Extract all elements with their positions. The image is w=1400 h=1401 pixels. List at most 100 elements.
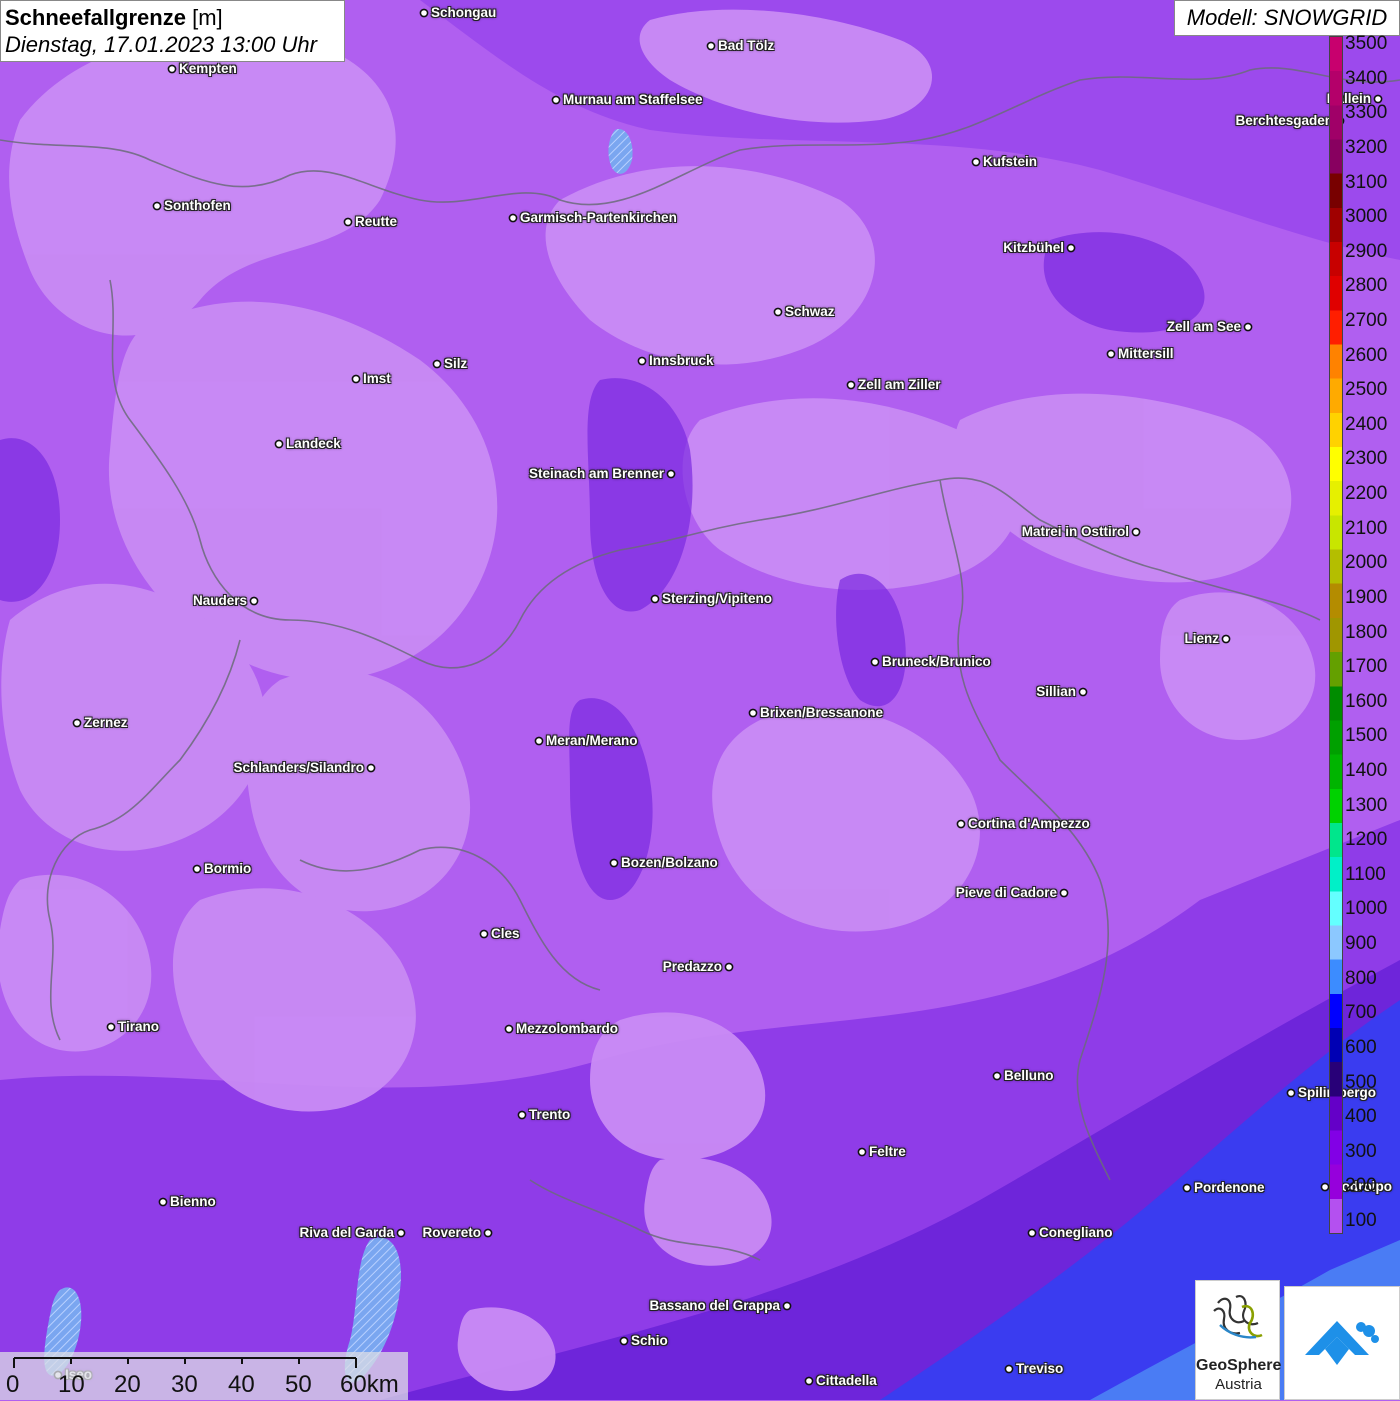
city-marker[interactable]: [343, 217, 353, 227]
city-marker[interactable]: [748, 708, 758, 718]
city-label[interactable]: Cittadella: [816, 1373, 877, 1389]
city-marker[interactable]: [1182, 1183, 1192, 1193]
city-marker[interactable]: [666, 469, 676, 479]
city-label[interactable]: Bad Tölz: [718, 38, 774, 54]
city-label[interactable]: Trento: [529, 1107, 570, 1123]
city-marker[interactable]: [479, 929, 489, 939]
city-marker[interactable]: [1106, 349, 1116, 359]
city-label[interactable]: Rovereto: [422, 1225, 481, 1241]
city-marker[interactable]: [158, 1197, 168, 1207]
city-label[interactable]: Cortina d'Ampezzo: [968, 816, 1090, 832]
city-marker[interactable]: [1066, 243, 1076, 253]
city-label[interactable]: Cles: [491, 926, 520, 942]
city-marker[interactable]: [366, 763, 376, 773]
city-marker[interactable]: [619, 1336, 629, 1346]
city-marker[interactable]: [517, 1110, 527, 1120]
city-marker[interactable]: [396, 1228, 406, 1238]
city-marker[interactable]: [1078, 687, 1088, 697]
city-label[interactable]: Nauders: [193, 593, 247, 609]
city-label[interactable]: Murnau am Staffelsee: [563, 92, 703, 108]
city-label[interactable]: Pieve di Cadore: [956, 885, 1057, 901]
city-label[interactable]: Zell am See: [1167, 319, 1241, 335]
city-marker[interactable]: [650, 594, 660, 604]
city-label[interactable]: Schongau: [431, 5, 496, 21]
city-marker[interactable]: [508, 213, 518, 223]
city-marker[interactable]: [773, 307, 783, 317]
city-marker[interactable]: [483, 1228, 493, 1238]
city-label[interactable]: Bozen/Bolzano: [621, 855, 718, 871]
city-label[interactable]: Bienno: [170, 1194, 216, 1210]
city-label[interactable]: Garmisch-Partenkirchen: [520, 210, 677, 226]
city-marker[interactable]: [1286, 1088, 1296, 1098]
city-label[interactable]: Imst: [363, 371, 391, 387]
city-marker[interactable]: [152, 201, 162, 211]
city-label[interactable]: Landeck: [286, 436, 341, 452]
city-label[interactable]: Riva del Garda: [299, 1225, 394, 1241]
city-marker[interactable]: [1131, 527, 1141, 537]
city-label[interactable]: Belluno: [1004, 1068, 1054, 1084]
city-marker[interactable]: [870, 657, 880, 667]
city-marker[interactable]: [1059, 888, 1069, 898]
city-marker[interactable]: [274, 439, 284, 449]
city-label[interactable]: Kempten: [179, 61, 237, 77]
city-label[interactable]: Kufstein: [983, 154, 1037, 170]
city-label[interactable]: Kitzbühel: [1003, 240, 1064, 256]
city-label[interactable]: Reutte: [355, 214, 397, 230]
city-label[interactable]: Lienz: [1184, 631, 1219, 647]
city-label[interactable]: Brixen/Bressanone: [760, 705, 883, 721]
city-marker[interactable]: [804, 1376, 814, 1386]
city-marker[interactable]: [167, 64, 177, 74]
city-label[interactable]: Mezzolombardo: [516, 1021, 618, 1037]
city-marker[interactable]: [1004, 1364, 1014, 1374]
city-marker[interactable]: [956, 819, 966, 829]
city-marker[interactable]: [724, 962, 734, 972]
city-label[interactable]: Zell am Ziller: [858, 377, 941, 393]
snow-app-logo[interactable]: [1284, 1286, 1400, 1400]
city-label[interactable]: Mittersill: [1118, 346, 1174, 362]
geosphere-logo[interactable]: GeoSphere Austria: [1195, 1280, 1281, 1400]
city-label[interactable]: Sillian: [1036, 684, 1076, 700]
city-label[interactable]: Silz: [444, 356, 467, 372]
city-label[interactable]: Steinach am Brenner: [529, 466, 664, 482]
city-marker[interactable]: [846, 380, 856, 390]
city-marker[interactable]: [706, 41, 716, 51]
city-label[interactable]: Meran/Merano: [546, 733, 638, 749]
city-label[interactable]: Zernez: [84, 715, 128, 731]
city-label[interactable]: Schlanders/Silandro: [233, 760, 364, 776]
city-marker[interactable]: [72, 718, 82, 728]
city-marker[interactable]: [971, 157, 981, 167]
city-label[interactable]: Bormio: [204, 861, 251, 877]
city-marker[interactable]: [1221, 634, 1231, 644]
city-label[interactable]: Sonthofen: [164, 198, 231, 214]
city-label[interactable]: Schwaz: [785, 304, 835, 320]
city-label[interactable]: Pordenone: [1194, 1180, 1265, 1196]
city-label[interactable]: Matrei in Osttirol: [1022, 524, 1129, 540]
city-marker[interactable]: [249, 596, 259, 606]
city-label[interactable]: Sterzing/Vipiteno: [662, 591, 772, 607]
city-marker[interactable]: [1243, 322, 1253, 332]
city-marker[interactable]: [609, 858, 619, 868]
city-marker[interactable]: [192, 864, 202, 874]
city-label[interactable]: Berchtesgaden: [1235, 113, 1333, 129]
city-label[interactable]: Conegliano: [1039, 1225, 1113, 1241]
city-marker[interactable]: [534, 736, 544, 746]
city-label[interactable]: Tirano: [118, 1019, 159, 1035]
city-marker[interactable]: [1320, 1182, 1330, 1192]
city-marker[interactable]: [504, 1024, 514, 1034]
city-marker[interactable]: [1027, 1228, 1037, 1238]
city-label[interactable]: Bruneck/Brunico: [882, 654, 991, 670]
city-label[interactable]: Predazzo: [663, 959, 722, 975]
city-marker[interactable]: [106, 1022, 116, 1032]
city-label[interactable]: Innsbruck: [649, 353, 714, 369]
city-marker[interactable]: [351, 374, 361, 384]
city-label[interactable]: Bassano del Grappa: [649, 1298, 780, 1314]
city-marker[interactable]: [551, 95, 561, 105]
city-marker[interactable]: [782, 1301, 792, 1311]
city-label[interactable]: Schio: [631, 1333, 668, 1349]
city-marker[interactable]: [637, 356, 647, 366]
city-label[interactable]: Treviso: [1016, 1361, 1063, 1377]
city-label[interactable]: Feltre: [869, 1144, 906, 1160]
city-marker[interactable]: [419, 8, 429, 18]
city-marker[interactable]: [432, 359, 442, 369]
city-marker[interactable]: [992, 1071, 1002, 1081]
